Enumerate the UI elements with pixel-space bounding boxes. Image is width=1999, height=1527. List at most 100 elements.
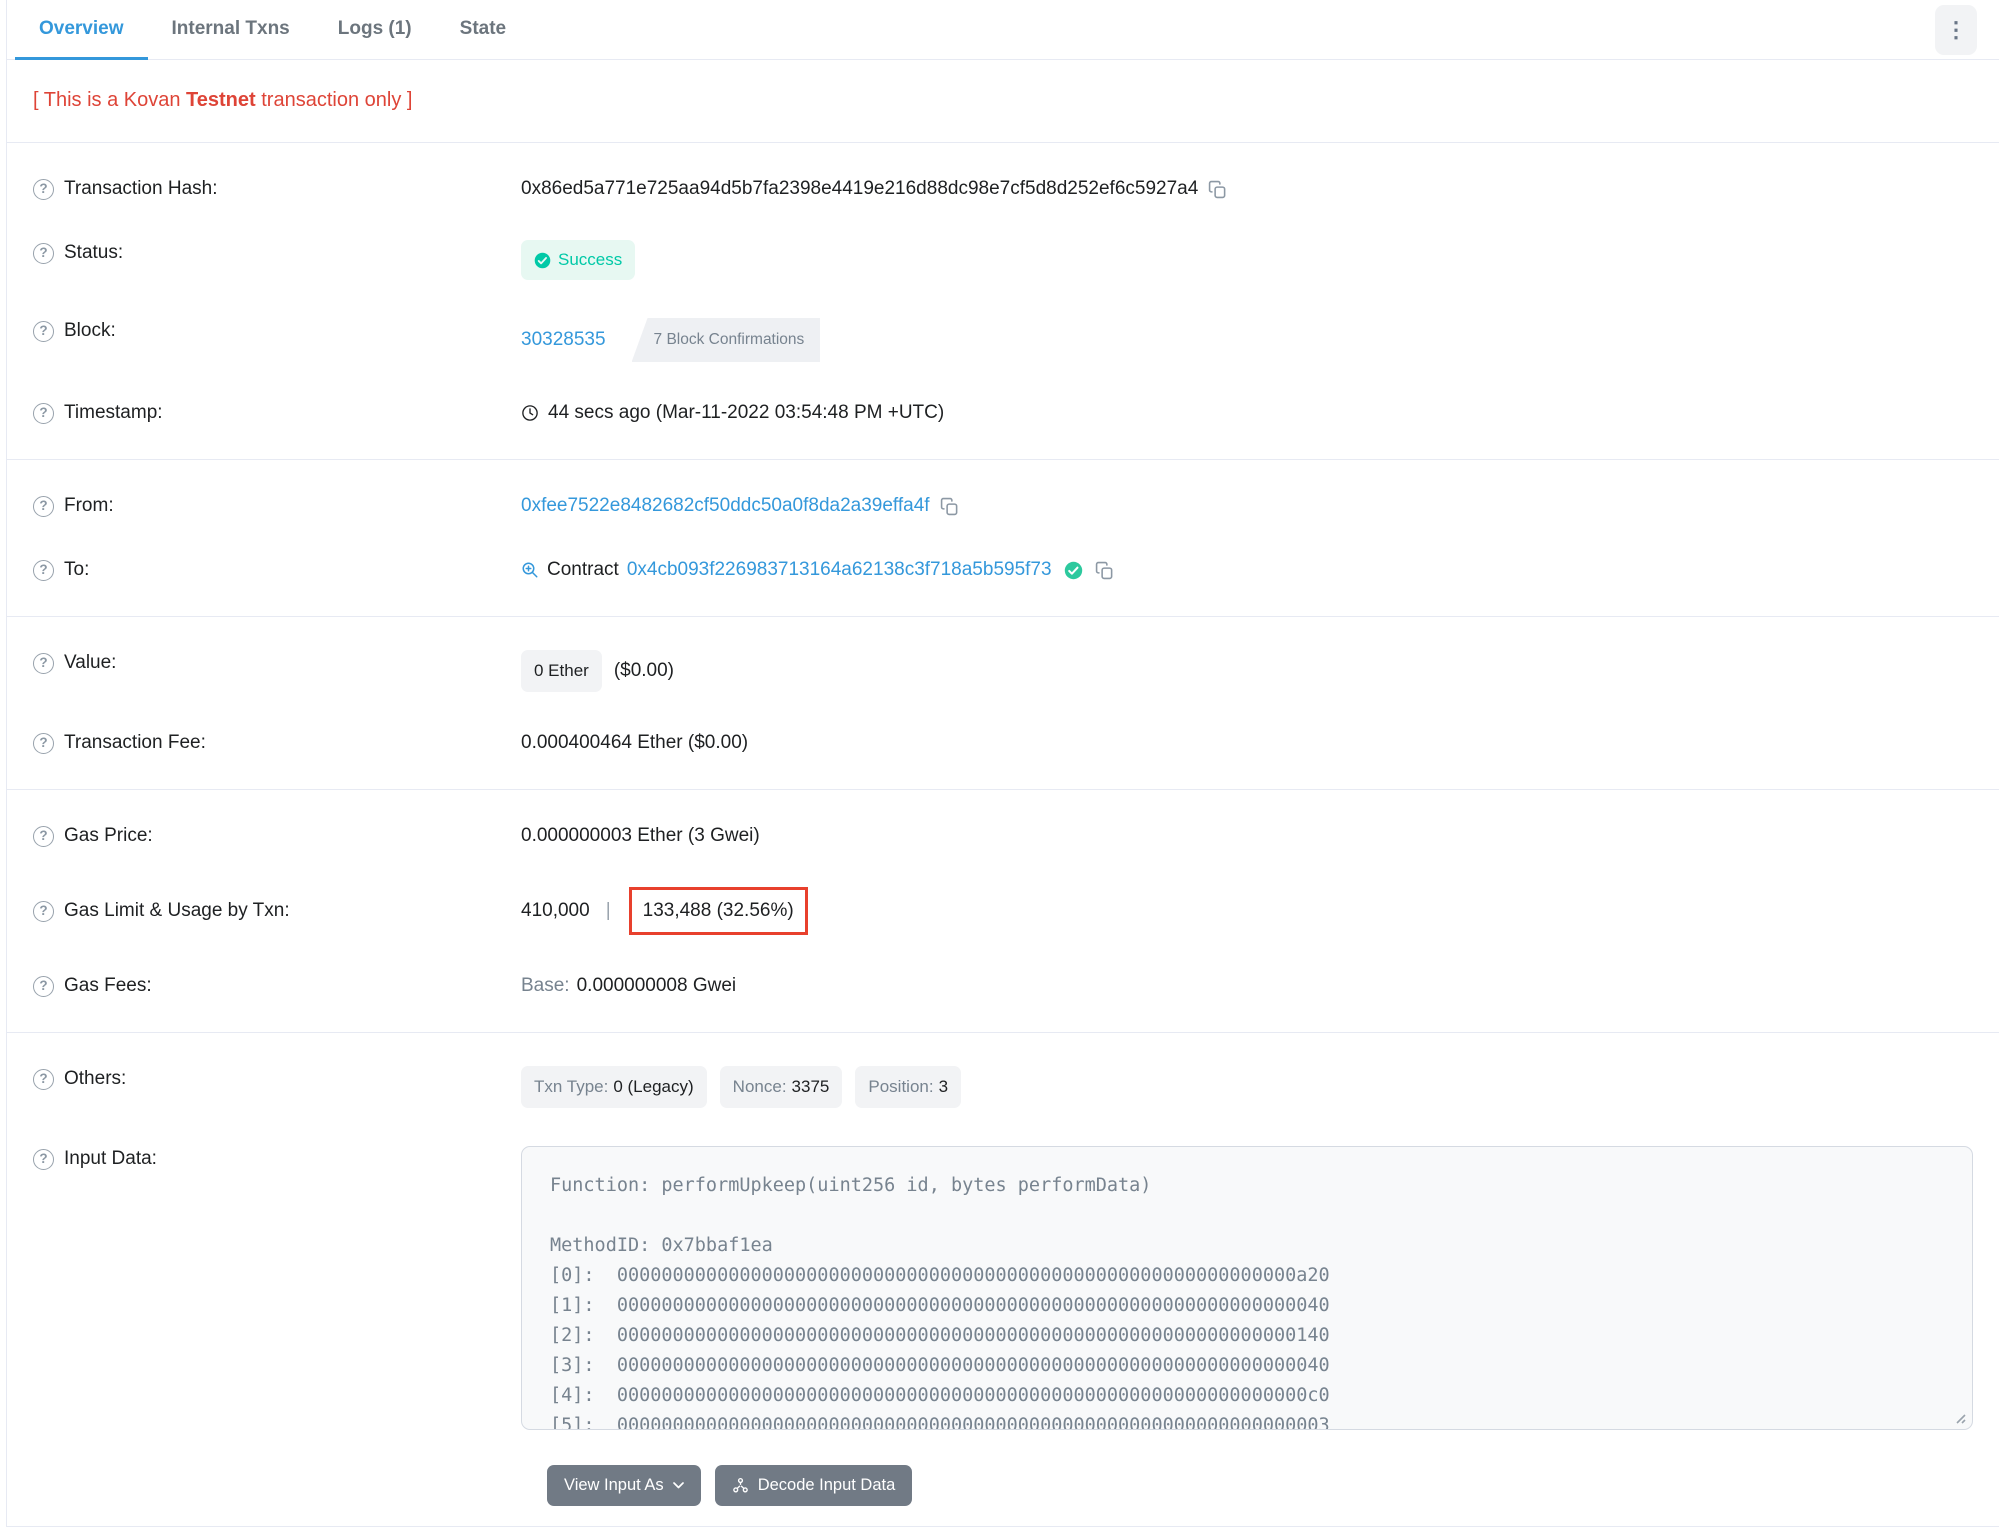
tab-internal-txns[interactable]: Internal Txns — [148, 0, 314, 60]
zoom-in-icon[interactable] — [521, 561, 539, 579]
block-label: Block: — [64, 320, 116, 341]
row-others: ? Others: Txn Type: 0 (Legacy) Nonce: 33… — [33, 1047, 1973, 1127]
chevron-down-icon — [672, 1482, 684, 1489]
txn-type-badge: Txn Type: 0 (Legacy) — [521, 1066, 707, 1108]
tab-overview[interactable]: Overview — [15, 0, 148, 60]
input-data-line: [4]: 00000000000000000000000000000000000… — [550, 1385, 1330, 1406]
help-icon[interactable]: ? — [33, 242, 54, 264]
input-data-line: [2]: 00000000000000000000000000000000000… — [550, 1325, 1330, 1346]
help-icon[interactable]: ? — [33, 495, 54, 517]
help-icon[interactable]: ? — [33, 825, 54, 847]
testnet-notice: [ This is a Kovan Testnet transaction on… — [7, 60, 1999, 143]
transaction-fee-value: 0.000400464 Ether ($0.00) — [521, 732, 749, 753]
row-label: ? Timestamp: — [33, 400, 521, 426]
tabbar-spacer — [530, 0, 1935, 59]
help-icon[interactable]: ? — [33, 402, 54, 424]
input-data-label: Input Data: — [64, 1148, 157, 1169]
to-kind: Contract — [547, 559, 619, 580]
value-amount-badge: 0 Ether — [521, 650, 602, 692]
txn-type-value: 0 (Legacy) — [613, 1077, 694, 1096]
row-transaction-hash: ? Transaction Hash: 0x86ed5a771e725aa94d… — [33, 157, 1973, 221]
row-gas-fees: ? Gas Fees: Base: 0.000000008 Gwei — [33, 954, 1973, 1018]
row-transaction-fee: ? Transaction Fee: 0.000400464 Ether ($0… — [33, 711, 1973, 775]
value-usd: ($0.00) — [613, 660, 675, 681]
row-label: ? Others: — [33, 1066, 521, 1092]
help-icon[interactable]: ? — [33, 1148, 54, 1170]
gas-fees-label: Gas Fees: — [64, 975, 152, 996]
row-label: ? Status: — [33, 240, 521, 266]
input-data-line: [1]: 00000000000000000000000000000000000… — [550, 1295, 1330, 1316]
others-label: Others: — [64, 1068, 127, 1089]
view-input-as-label: View Input As — [564, 1476, 664, 1494]
input-data-line: [0]: 00000000000000000000000000000000000… — [550, 1265, 1330, 1286]
txn-type-name: Txn Type: — [534, 1077, 609, 1096]
row-timestamp: ? Timestamp: 44 secs ago (Mar-11-2022 03… — [33, 381, 1973, 445]
gas-fees-base-label: Base: — [521, 975, 570, 996]
timestamp-value: 44 secs ago (Mar-11-2022 03:54:48 PM +UT… — [548, 402, 945, 423]
resize-handle[interactable] — [1952, 1410, 1966, 1424]
help-icon[interactable]: ? — [33, 652, 54, 674]
row-label: ? Value: — [33, 650, 521, 676]
tab-logs[interactable]: Logs (1) — [314, 0, 436, 60]
decode-input-data-label: Decode Input Data — [757, 1476, 896, 1494]
from-address-link[interactable]: 0xfee7522e8482682cf50ddc50a0f8da2a39effa… — [521, 493, 930, 519]
check-circle-icon — [534, 252, 551, 269]
row-from: ? From: 0xfee7522e8482682cf50ddc50a0f8da… — [33, 474, 1973, 538]
help-icon[interactable]: ? — [33, 900, 54, 922]
row-label: ? Gas Limit & Usage by Txn: — [33, 898, 521, 924]
help-icon[interactable]: ? — [33, 178, 54, 200]
help-icon[interactable]: ? — [33, 320, 54, 342]
help-icon[interactable]: ? — [33, 559, 54, 581]
to-address-link[interactable]: 0x4cb093f226983713164a62138c3f718a5b595f… — [627, 557, 1052, 583]
input-data-line: [3]: 00000000000000000000000000000000000… — [550, 1355, 1330, 1376]
decode-input-data-button[interactable]: Decode Input Data — [714, 1465, 913, 1506]
row-block: ? Block: 30328535 7 Block Confirmations — [33, 299, 1973, 381]
input-data-box[interactable]: Function: performUpkeep(uint256 id, byte… — [521, 1146, 1973, 1430]
nonce-name: Nonce: — [732, 1077, 787, 1096]
help-icon[interactable]: ? — [33, 732, 54, 754]
pipe-separator: | — [605, 900, 611, 921]
kebab-menu-icon: ⋮ — [1945, 16, 1967, 42]
help-icon[interactable]: ? — [33, 975, 54, 997]
nonce-value: 3375 — [791, 1077, 830, 1096]
status-badge: Success — [521, 240, 636, 280]
transaction-hash-label: Transaction Hash: — [64, 178, 218, 199]
to-label: To: — [64, 559, 90, 580]
row-gas-limit-usage: ? Gas Limit & Usage by Txn: 410,000 | 13… — [33, 868, 1973, 954]
status-value: Success — [558, 250, 623, 269]
gas-limit-usage-label: Gas Limit & Usage by Txn: — [64, 900, 290, 921]
row-label: ? Block: — [33, 318, 521, 344]
block-confirmations-badge: 7 Block Confirmations — [631, 318, 821, 362]
kebab-menu-button[interactable]: ⋮ — [1935, 4, 1977, 55]
tab-state[interactable]: State — [436, 0, 530, 60]
row-to: ? To: Contract 0x4cb093f226983713164a621… — [33, 538, 1973, 602]
clock-icon — [521, 404, 539, 422]
transaction-hash-value: 0x86ed5a771e725aa94d5b7fa2398e4419e216d8… — [521, 178, 1199, 199]
gas-fees-base-value: 0.000000008 Gwei — [576, 975, 737, 996]
input-data-line: Function: performUpkeep(uint256 id, byte… — [550, 1175, 1152, 1196]
position-badge: Position: 3 — [855, 1066, 962, 1108]
row-label: ? Gas Fees: — [33, 973, 521, 999]
help-icon[interactable]: ? — [33, 1068, 54, 1090]
decode-icon — [732, 1477, 749, 1494]
section-parties: ? From: 0xfee7522e8482682cf50ddc50a0f8da… — [7, 459, 1999, 616]
copy-icon[interactable] — [1095, 561, 1114, 580]
notice-suffix: transaction only ] — [255, 89, 413, 111]
copy-icon[interactable] — [1208, 180, 1227, 199]
row-label: ? To: — [33, 557, 521, 583]
row-value: ? Value: 0 Ether ($0.00) — [33, 631, 1973, 711]
row-input-data: ? Input Data: Function: performUpkeep(ui… — [33, 1127, 1973, 1449]
input-data-line: [5]: 00000000000000000000000000000000000… — [550, 1415, 1330, 1430]
section-value: ? Value: 0 Ether ($0.00) ? Transaction F… — [7, 616, 1999, 789]
gas-usage-value: 133,488 (32.56%) — [642, 900, 794, 921]
row-label: ? Gas Price: — [33, 823, 521, 849]
gas-usage-highlight-box: 133,488 (32.56%) — [628, 887, 808, 935]
copy-icon[interactable] — [940, 497, 959, 516]
view-input-as-button[interactable]: View Input As — [547, 1465, 701, 1506]
block-number-link[interactable]: 30328535 — [521, 327, 606, 353]
row-label: ? Transaction Fee: — [33, 730, 521, 756]
row-status: ? Status: Success — [33, 221, 1973, 299]
section-others-input: ? Others: Txn Type: 0 (Legacy) Nonce: 33… — [7, 1032, 1999, 1527]
row-label: ? Input Data: — [33, 1146, 521, 1172]
gas-price-label: Gas Price: — [64, 825, 153, 846]
